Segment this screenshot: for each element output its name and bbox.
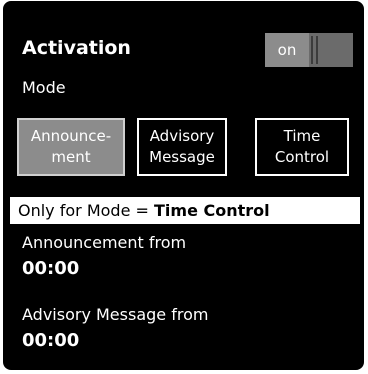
advisory-message-from-label: Advisory Message from xyxy=(22,305,209,324)
info-prefix: Only for Mode = xyxy=(18,201,154,220)
toggle-on-label: on xyxy=(265,33,309,67)
mode-button-label-line1: Announce- xyxy=(30,127,112,145)
mode-time-control-button[interactable]: Time Control xyxy=(255,118,349,176)
settings-screen: Activation on Mode Announce- ment Adviso… xyxy=(3,1,364,370)
mode-button-label-line2: ment xyxy=(51,148,91,166)
announcement-from-label: Announcement from xyxy=(22,233,187,252)
mode-button-label-line2: Control xyxy=(274,148,330,166)
toggle-grip-icon xyxy=(316,36,318,64)
toggle-grip-icon xyxy=(311,36,313,64)
mode-button-label-line2: Message xyxy=(149,148,215,166)
mode-advisory-message-button[interactable]: Advisory Message xyxy=(137,118,227,176)
info-highlight: Time Control xyxy=(154,201,270,220)
activation-toggle[interactable]: on xyxy=(265,33,353,67)
mode-announcement-button[interactable]: Announce- ment xyxy=(17,118,125,176)
announcement-from-value[interactable]: 00:00 xyxy=(22,258,79,279)
advisory-message-from-value[interactable]: 00:00 xyxy=(22,330,79,351)
mode-button-label-line1: Advisory xyxy=(149,127,215,145)
mode-label: Mode xyxy=(22,78,66,97)
mode-button-label-line1: Time xyxy=(283,127,321,145)
activation-title: Activation xyxy=(22,37,131,59)
mode-info-bar: Only for Mode = Time Control xyxy=(10,197,360,224)
